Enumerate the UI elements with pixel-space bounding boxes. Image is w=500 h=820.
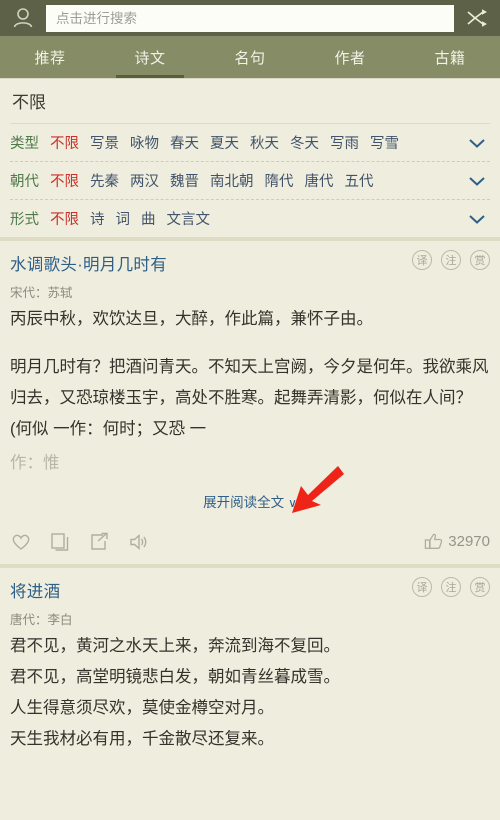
chevron-down-icon[interactable]: ∨ xyxy=(288,496,297,510)
top-bar xyxy=(0,0,500,36)
filter-option[interactable]: 唐代 xyxy=(305,170,334,191)
tab-label: 作者 xyxy=(334,49,366,67)
filter-option[interactable]: 写景 xyxy=(90,132,119,153)
filter-options: 不限 诗 词 曲 文言文 xyxy=(50,208,464,229)
tab-label: 名句 xyxy=(234,49,266,67)
annotation-badge[interactable]: 注 xyxy=(441,250,461,270)
tab-label: 诗文 xyxy=(134,49,166,67)
filter-option[interactable]: 曲 xyxy=(141,208,156,229)
heart-icon[interactable] xyxy=(10,531,32,553)
translation-badge[interactable]: 译 xyxy=(412,577,432,597)
translation-badge[interactable]: 译 xyxy=(412,250,432,270)
poem-body: 明月几时有？把酒问青天。不知天上宫阙，今夕是何年。我欲乘风归去，又恐琼楼玉宇，高… xyxy=(10,358,489,438)
filter-option[interactable]: 不限 xyxy=(50,170,79,191)
tab-recommend[interactable]: 推荐 xyxy=(0,36,100,78)
poem-card[interactable]: 水调歌头·明月几时有 译 注 赏 宋代：苏轼 丙辰中秋，欢饮达旦，大醉，作此篇，… xyxy=(0,237,500,564)
filter-option[interactable]: 词 xyxy=(116,208,131,229)
tab-ancient-books[interactable]: 古籍 xyxy=(400,36,500,78)
chevron-down-icon[interactable] xyxy=(464,210,490,228)
filter-label: 形式 xyxy=(10,212,39,228)
share-icon[interactable] xyxy=(88,531,110,553)
like-count-text: 32970 xyxy=(448,533,490,550)
annotation-badge[interactable]: 注 xyxy=(441,577,461,597)
filter-option[interactable]: 南北朝 xyxy=(210,170,254,191)
thumbs-up-icon[interactable] xyxy=(422,531,444,553)
poem-spacer xyxy=(10,335,490,349)
tab-label: 古籍 xyxy=(434,49,466,67)
filter-option[interactable]: 诗 xyxy=(90,208,105,229)
filter-option[interactable]: 不限 xyxy=(50,208,79,229)
action-icons xyxy=(10,531,422,553)
appreciation-badge[interactable]: 赏 xyxy=(470,577,490,597)
poem-author[interactable]: 唐代：李白 xyxy=(10,609,490,628)
filter-option[interactable]: 文言文 xyxy=(167,208,211,229)
filter-option[interactable]: 先秦 xyxy=(90,170,119,191)
filter-heading: 不限 xyxy=(10,79,490,124)
poem-body-faded: 作：惟 xyxy=(10,454,60,472)
tab-label: 推荐 xyxy=(34,49,66,67)
expand-full-text-link[interactable]: 展开阅读全文 xyxy=(203,491,284,511)
poem-header: 水调歌头·明月几时有 译 注 赏 xyxy=(10,249,490,275)
filter-option[interactable]: 写雪 xyxy=(370,132,399,153)
filter-option[interactable]: 隋代 xyxy=(265,170,294,191)
poem-action-bar: 32970 xyxy=(10,525,490,558)
poem-title[interactable]: 将进酒 xyxy=(10,576,60,602)
poem-preface: 丙辰中秋，欢饮达旦，大醉，作此篇，兼怀子由。 xyxy=(10,310,373,328)
filter-option[interactable]: 魏晋 xyxy=(170,170,199,191)
poem-body: 君不见，黄河之水天上来，奔流到海不复回。 君不见，高堂明镜悲白发，朝如青丝暮成雪… xyxy=(10,637,340,748)
filter-option[interactable]: 咏物 xyxy=(130,132,159,153)
filter-option[interactable]: 写雨 xyxy=(330,132,359,153)
filter-row-type: 类型 不限 写景 咏物 春天 夏天 秋天 冬天 写雨 写雪 xyxy=(10,124,490,161)
filter-label: 朝代 xyxy=(10,174,39,190)
poem-badges: 译 注 赏 xyxy=(412,249,490,270)
shuffle-icon[interactable] xyxy=(462,3,492,33)
filter-option[interactable]: 夏天 xyxy=(210,132,239,153)
copy-icon[interactable] xyxy=(49,531,71,553)
poem-card[interactable]: 将进酒 译 注 赏 唐代：李白 君不见，黄河之水天上来，奔流到海不复回。 君不见… xyxy=(0,564,500,755)
poem-header: 将进酒 译 注 赏 xyxy=(10,576,490,602)
speaker-icon[interactable] xyxy=(127,531,149,553)
appreciation-badge[interactable]: 赏 xyxy=(470,250,490,270)
search-input[interactable] xyxy=(46,4,454,32)
filter-options: 不限 写景 咏物 春天 夏天 秋天 冬天 写雨 写雪 xyxy=(50,132,464,153)
like-counter[interactable]: 32970 xyxy=(422,531,490,553)
chevron-down-icon[interactable] xyxy=(464,172,490,190)
tab-famous-lines[interactable]: 名句 xyxy=(200,36,300,78)
tab-authors[interactable]: 作者 xyxy=(300,36,400,78)
poem-author[interactable]: 宋代：苏轼 xyxy=(10,282,490,301)
filter-label: 类型 xyxy=(10,136,39,152)
filter-row-dynasty: 朝代 不限 先秦 两汉 魏晋 南北朝 隋代 唐代 五代 xyxy=(10,161,490,199)
person-icon[interactable] xyxy=(8,3,38,33)
filter-option[interactable]: 秋天 xyxy=(250,132,279,153)
filter-row-form: 形式 不限 诗 词 曲 文言文 xyxy=(10,199,490,237)
poem-badges: 译 注 赏 xyxy=(412,576,490,597)
filter-panel: 不限 类型 不限 写景 咏物 春天 夏天 秋天 冬天 写雨 写雪 朝代 不限 先… xyxy=(0,78,500,237)
filter-option[interactable]: 不限 xyxy=(50,132,79,153)
tab-bar: 推荐 诗文 名句 作者 古籍 xyxy=(0,36,500,78)
poem-title[interactable]: 水调歌头·明月几时有 xyxy=(10,249,167,275)
chevron-down-icon[interactable] xyxy=(464,134,490,152)
filter-options: 不限 先秦 两汉 魏晋 南北朝 隋代 唐代 五代 xyxy=(50,170,464,191)
filter-option[interactable]: 春天 xyxy=(170,132,199,153)
filter-option[interactable]: 冬天 xyxy=(290,132,319,153)
filter-option[interactable]: 两汉 xyxy=(130,170,159,191)
expand-area: 展开阅读全文 ∨ xyxy=(10,466,490,525)
tab-poetry[interactable]: 诗文 xyxy=(100,36,200,78)
filter-option[interactable]: 五代 xyxy=(345,170,374,191)
